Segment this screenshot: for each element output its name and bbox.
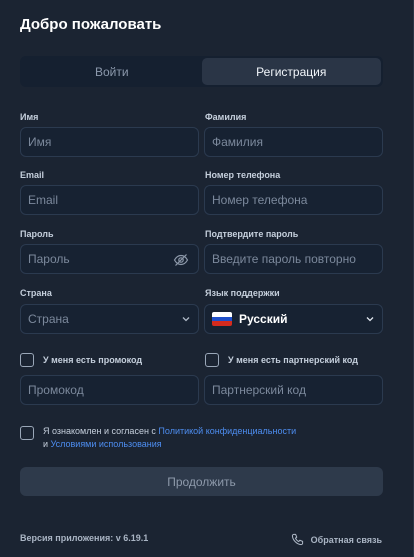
phone-input[interactable] <box>212 193 375 207</box>
feedback-label: Обратная связь <box>310 534 382 545</box>
page-title: Добро пожаловать <box>20 16 162 33</box>
agreement-text: Я ознакомлен и согласен с Политикой конф… <box>43 425 373 451</box>
agreement-checkbox[interactable] <box>20 426 34 440</box>
country-select-value: Страна <box>28 312 69 326</box>
password-confirm-label: Подтвердите пароль <box>205 229 299 239</box>
tab-register[interactable]: Регистрация <box>201 58 381 85</box>
privacy-policy-link[interactable]: Политикой конфиденциальности <box>158 426 296 436</box>
country-select[interactable]: Страна <box>20 304 199 334</box>
partner-code-input[interactable] <box>212 383 375 397</box>
terms-of-use-link[interactable]: Условиями использования <box>51 439 162 449</box>
russia-flag-icon <box>212 312 232 326</box>
password-confirm-field <box>204 244 383 274</box>
promo-checkbox[interactable] <box>20 353 34 367</box>
partner-code-field <box>204 375 383 405</box>
last-name-field <box>204 127 383 157</box>
support-language-value: Русский <box>239 312 288 326</box>
support-language-label: Язык поддержки <box>205 288 280 298</box>
partner-checkbox-label: У меня есть партнерский код <box>228 355 359 365</box>
promo-checkbox-label: У меня есть промокод <box>43 355 143 365</box>
email-label: Email <box>20 170 45 180</box>
password-input[interactable] <box>28 252 168 266</box>
support-language-display: Русский <box>212 312 288 326</box>
eye-slash-icon[interactable] <box>173 252 189 268</box>
promo-code-field <box>20 375 199 405</box>
password-confirm-input[interactable] <box>212 252 375 266</box>
phone-field <box>204 185 383 215</box>
password-label: Пароль <box>20 229 54 239</box>
tab-login[interactable]: Войти <box>22 58 202 85</box>
phone-icon <box>291 533 303 546</box>
last-name-label: Фамилия <box>205 112 247 122</box>
continue-button[interactable]: Продолжить <box>20 467 383 496</box>
first-name-input[interactable] <box>28 135 191 149</box>
feedback-link[interactable]: Обратная связь <box>291 533 382 546</box>
registration-panel: Добро пожаловать Войти Регистрация Имя Ф… <box>0 0 414 557</box>
chevron-down-icon <box>181 314 191 324</box>
partner-checkbox[interactable] <box>205 353 219 367</box>
agreement-middle: и <box>43 439 51 449</box>
support-language-select[interactable]: Русский <box>204 304 383 334</box>
email-input[interactable] <box>28 193 191 207</box>
password-field <box>20 244 199 274</box>
phone-label: Номер телефона <box>205 170 281 180</box>
app-version: Версия приложения: v 6.19.1 <box>20 533 149 543</box>
country-label: Страна <box>20 288 52 298</box>
chevron-down-icon <box>365 314 375 324</box>
last-name-input[interactable] <box>212 135 375 149</box>
first-name-label: Имя <box>20 112 39 122</box>
first-name-field <box>20 127 199 157</box>
auth-tabs: Войти Регистрация <box>20 56 383 87</box>
agreement-prefix: Я ознакомлен и согласен с <box>43 426 159 436</box>
email-field <box>20 185 199 215</box>
promo-code-input[interactable] <box>28 383 191 397</box>
